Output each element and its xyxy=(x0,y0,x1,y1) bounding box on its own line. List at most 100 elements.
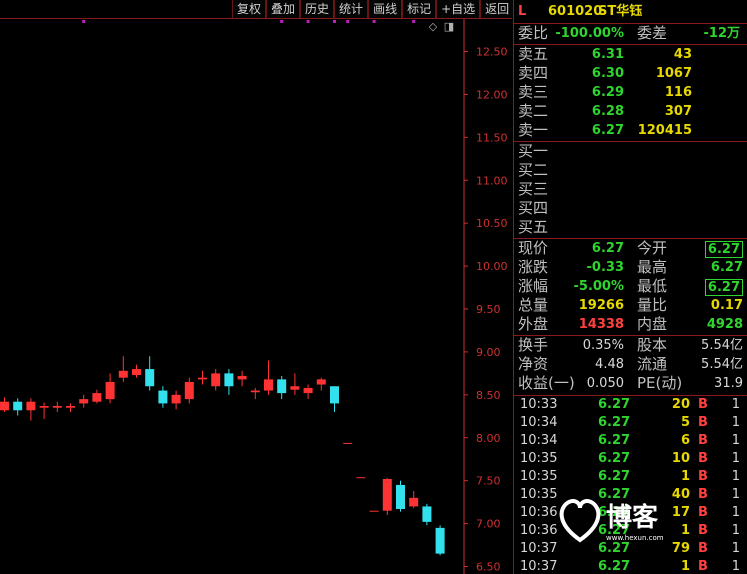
quote-value-left: -0.33 xyxy=(586,260,624,275)
candle-body xyxy=(145,369,155,387)
toolbar-button-6[interactable]: +自选 xyxy=(436,0,481,18)
tick-side: B xyxy=(698,415,708,430)
quote-label-right: 最低 xyxy=(637,277,668,295)
bid-row[interactable]: 买三 xyxy=(514,180,747,199)
toolbar-button-5[interactable]: 标记 xyxy=(402,0,437,18)
kline-chart[interactable]: 12.50 12.00 11.50 11.00 10.50 10.00 9.50 9.00 8.… xyxy=(0,19,512,574)
fundamental-row: 净资 4.48 流通 5.54亿 xyxy=(514,355,747,374)
quote-value-right: 4928 xyxy=(706,317,743,332)
tick-row[interactable]: 10:33 6.27 20 B 1 xyxy=(514,396,747,414)
fundamental-label-left: 换手 xyxy=(518,336,549,354)
toolbar-button-2[interactable]: 历史 xyxy=(300,0,335,18)
tick-price: 6.27 xyxy=(598,559,631,574)
candle-body xyxy=(158,390,168,404)
ask-volume: 307 xyxy=(664,104,692,119)
bid-row[interactable]: 买一 xyxy=(514,142,747,161)
tick-time: 10:37 xyxy=(520,541,558,556)
fundamental-label-right: 流通 xyxy=(637,355,668,373)
tick-price: 6.27 xyxy=(598,433,631,448)
quote-row: 总量 19266 量比 0.17 xyxy=(514,296,747,315)
ask-row[interactable]: 卖一 6.27 120415 xyxy=(514,121,747,140)
tick-time: 10:35 xyxy=(520,487,558,502)
tick-row[interactable]: 10:34 6.27 5 B 1 xyxy=(514,414,747,432)
ask-row[interactable]: 卖五 6.31 43 xyxy=(514,45,747,64)
y-tick-label: 10.50 xyxy=(476,217,508,230)
candle-body xyxy=(171,394,181,404)
candle-body xyxy=(409,497,419,507)
tick-volume: 10 xyxy=(671,451,690,466)
ask-row[interactable]: 卖二 6.28 307 xyxy=(514,102,747,121)
tick-row[interactable]: 10:35 6.27 10 B 1 xyxy=(514,450,747,468)
y-tick-label: 8.50 xyxy=(476,389,501,402)
candle-body xyxy=(52,405,62,408)
quote-label-left: 现价 xyxy=(518,239,549,257)
event-marker xyxy=(372,19,376,23)
candle-body xyxy=(79,399,89,404)
fundamental-label-right: PE(动) xyxy=(637,374,683,392)
y-tick-label: 6.50 xyxy=(476,561,501,574)
fundamental-value-left: 0.050 xyxy=(586,376,624,391)
bid-label: 买三 xyxy=(518,180,549,198)
y-tick-label: 7.50 xyxy=(476,475,501,488)
tick-time: 10:33 xyxy=(520,397,558,412)
tick-count: 1 xyxy=(731,487,740,502)
bid-row[interactable]: 买四 xyxy=(514,199,747,218)
tick-price: 6.27 xyxy=(598,451,631,466)
toolbar-button-3[interactable]: 统计 xyxy=(334,0,369,18)
toolbar-button-1[interactable]: 叠加 xyxy=(266,0,301,18)
quote-value-left: 14338 xyxy=(578,317,624,332)
tick-row[interactable]: 10:34 6.27 6 B 1 xyxy=(514,432,747,450)
diamond-icon[interactable]: ◇ xyxy=(427,21,439,33)
candle-body xyxy=(343,442,353,444)
ask-row[interactable]: 卖三 6.29 116 xyxy=(514,83,747,102)
bid-row[interactable]: 买二 xyxy=(514,161,747,180)
quote-value-left: 19266 xyxy=(578,298,624,313)
quote-label-right: 内盘 xyxy=(637,315,668,333)
window-icon[interactable]: ◨ xyxy=(443,21,455,33)
tick-side: B xyxy=(698,433,708,448)
quote-row: 现价 6.27 今开 6.27 xyxy=(514,239,747,258)
toolbar-button-4[interactable]: 画线 xyxy=(368,0,403,18)
bid-label: 买五 xyxy=(518,218,549,236)
candle-body xyxy=(316,379,326,385)
fundamental-value-right: 31.9 xyxy=(714,376,743,391)
tick-row[interactable]: 10:35 6.27 1 B 1 xyxy=(514,468,747,486)
blog-watermark: 博客 www.hexun.com xyxy=(559,499,664,543)
tick-side: B xyxy=(698,397,708,412)
candle-body xyxy=(0,401,9,411)
quote-label-left: 外盘 xyxy=(518,315,549,333)
tick-count: 1 xyxy=(731,415,740,430)
candle-body xyxy=(369,510,379,512)
tick-time: 10:35 xyxy=(520,469,558,484)
tick-side: B xyxy=(698,451,708,466)
ask-price: 6.29 xyxy=(591,85,624,100)
candle-body xyxy=(184,381,194,400)
tick-time: 10:36 xyxy=(520,523,558,538)
y-tick-label: 12.50 xyxy=(476,46,508,59)
toolbar-button-0[interactable]: 复权 xyxy=(232,0,267,18)
tick-count: 1 xyxy=(731,505,740,520)
market-flag: L xyxy=(518,4,527,19)
ask-row[interactable]: 卖四 6.30 1067 xyxy=(514,64,747,83)
tick-row[interactable]: 10:37 6.27 1 B 1 xyxy=(514,558,747,574)
tick-volume: 1 xyxy=(680,469,690,484)
candle-body xyxy=(39,405,49,408)
toolbar-button-7[interactable]: 返回 xyxy=(480,0,515,18)
chart-toolbar: 复权 叠加 历史 统计 画线 标记 +自选 返回 xyxy=(232,0,515,18)
quote-row: 外盘 14338 内盘 4928 xyxy=(514,315,747,334)
tick-count: 1 xyxy=(731,541,740,556)
bid-row[interactable]: 买五 xyxy=(514,218,747,237)
price-axis: 12.50 12.00 11.50 11.00 10.50 10.00 9.50 9.00 8.… xyxy=(463,19,508,574)
bid-label: 买四 xyxy=(518,199,549,217)
ask-price: 6.31 xyxy=(591,47,624,62)
order-ratio: 委比 -100.00% 委差 -12万 xyxy=(514,24,747,45)
quote-value-right: 6.27 xyxy=(704,279,743,296)
quote-label-right: 最高 xyxy=(637,258,668,276)
watermark-subtext: www.hexun.com xyxy=(606,534,664,542)
event-marker xyxy=(306,19,310,23)
quote-row: 涨跌 -0.33 最高 6.27 xyxy=(514,258,747,277)
tick-count: 1 xyxy=(731,559,740,574)
ask-label: 卖四 xyxy=(518,64,549,82)
event-marker xyxy=(346,19,350,23)
tick-price: 6.27 xyxy=(598,469,631,484)
